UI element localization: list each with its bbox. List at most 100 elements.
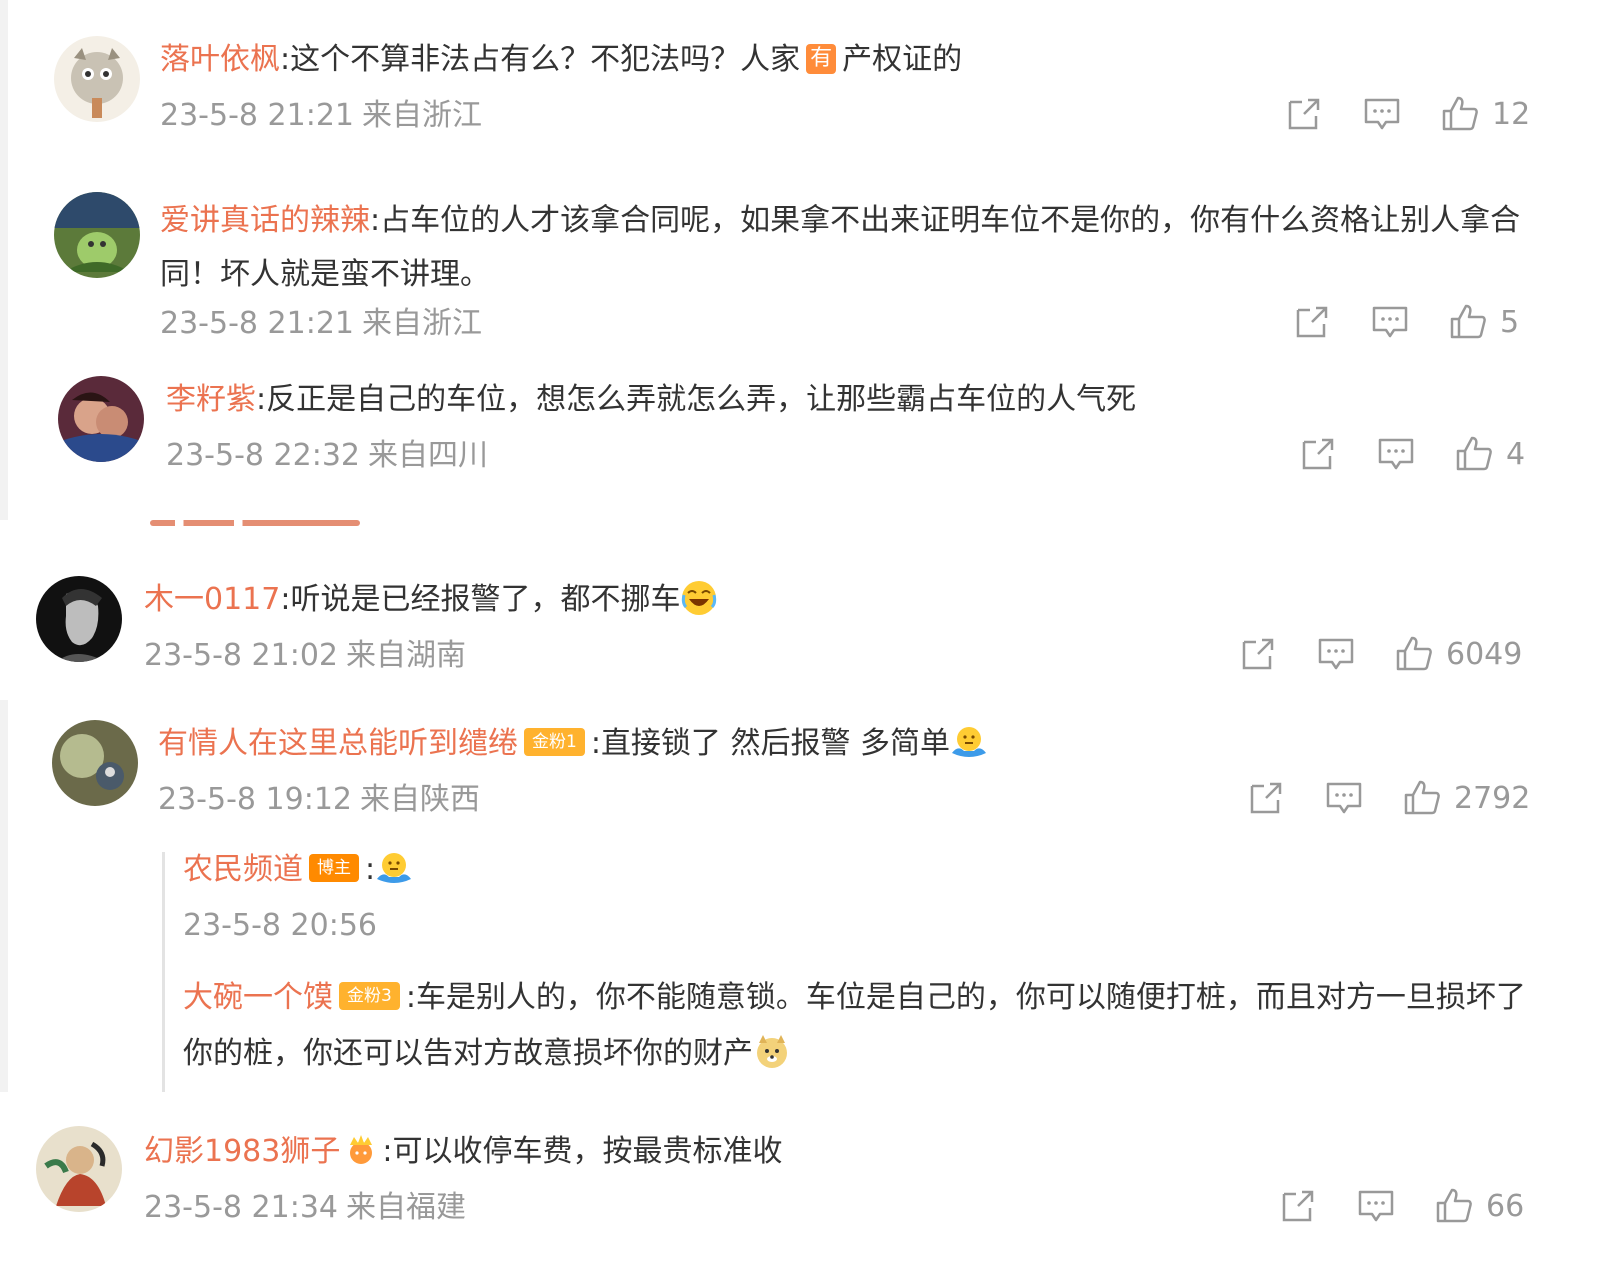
avatar[interactable]: [36, 576, 122, 662]
timestamp: 23-5-8 21:34: [144, 1190, 338, 1225]
comment-meta: 23-5-8 21:21 来自浙江: [160, 96, 482, 136]
avatar[interactable]: [54, 36, 140, 122]
timestamp: 23-5-8 21:21: [160, 306, 354, 341]
like-button[interactable]: 6049: [1394, 634, 1522, 674]
cropped-text-fragment: [150, 512, 360, 526]
username-link[interactable]: 幻影1983狮子: [144, 1134, 340, 1169]
comment-meta: 23-5-8 21:34 来自福建: [144, 1188, 466, 1228]
comment-item: 李籽紫:反正是自己的车位，想怎么弄就怎么弄，让那些霸占车位的人气死 23-5-8…: [0, 360, 1600, 510]
location: 来自浙江: [362, 98, 482, 133]
fan-badge[interactable]: 金粉3: [339, 981, 400, 1010]
comment-icon: [1370, 302, 1410, 342]
comment-icon: [1324, 778, 1364, 818]
timestamp: 23-5-8 19:12: [158, 782, 352, 817]
comment-meta: 23-5-8 19:12 来自陕西: [158, 780, 480, 820]
like-count: 5: [1500, 304, 1520, 340]
blogger-badge: 博主: [309, 853, 359, 882]
share-button[interactable]: [1278, 1186, 1318, 1226]
like-icon: [1454, 434, 1494, 474]
crown-icon: [344, 1133, 378, 1167]
comment-content: 木一0117:听说是已经报警了，都不挪车: [144, 580, 718, 620]
username-link[interactable]: 李籽紫: [166, 382, 256, 417]
like-count: 4: [1506, 436, 1526, 472]
action-bar: 4: [1298, 434, 1525, 474]
comment-text: 直接锁了 然后报警 多简单: [600, 726, 951, 761]
comment-content: 落叶依枫:这个不算非法占有么？不犯法吗？人家有产权证的: [160, 42, 963, 77]
reply-content: 大碗一个馍 金粉3:车是别人的，你不能随意锁。车位是自己的，你可以随便打桩，而且对…: [183, 980, 1526, 1071]
comment-text: 反正是自己的车位，想怎么弄就怎么弄，让那些霸占车位的人气死: [266, 382, 1137, 417]
timestamp: 23-5-8 21:02: [144, 638, 338, 673]
comment-text: 产权证的: [842, 42, 963, 77]
timestamp: 23-5-8 20:56: [183, 908, 377, 943]
share-icon: [1298, 434, 1338, 474]
comment-text: 这个不算非法占有么？不犯法吗？人家: [290, 42, 801, 77]
comment-button[interactable]: [1370, 302, 1410, 342]
avatar[interactable]: [36, 1126, 122, 1212]
share-icon: [1238, 634, 1278, 674]
shrug-emoji: [375, 849, 413, 887]
action-bar: 66: [1278, 1186, 1524, 1226]
like-icon: [1434, 1186, 1474, 1226]
share-button[interactable]: [1246, 778, 1286, 818]
comment-icon: [1362, 94, 1402, 134]
comment-icon: [1316, 634, 1356, 674]
like-icon: [1440, 94, 1480, 134]
like-count: 2792: [1454, 780, 1531, 816]
comment-button[interactable]: [1316, 634, 1356, 674]
share-icon: [1246, 778, 1286, 818]
comment-content: 李籽紫:反正是自己的车位，想怎么弄就怎么弄，让那些霸占车位的人气死: [166, 382, 1137, 417]
like-count: 66: [1486, 1188, 1525, 1224]
location: 来自湖南: [346, 638, 466, 673]
comment-item: 幻影1983狮子:可以收停车费，按最贵标准收 23-5-8 21:34 来自福建 …: [0, 1110, 1600, 1250]
comment-button[interactable]: [1356, 1186, 1396, 1226]
share-button[interactable]: [1238, 634, 1278, 674]
comment-text: 听说是已经报警了，都不挪车: [290, 582, 681, 617]
like-button[interactable]: 2792: [1402, 778, 1530, 818]
avatar[interactable]: [52, 720, 138, 806]
reply-thread: 农民频道 博主: 23-5-8 20:56 大碗一个馍 金粉3:车是别人的，你不能随…: [162, 852, 1562, 1092]
like-icon: [1448, 302, 1488, 342]
comment-content: 爱讲真话的辣辣:占车位的人才该拿合同呢，如果拿不出来证明车位不是你的，你有什么资…: [160, 203, 1521, 292]
like-button[interactable]: 5: [1448, 302, 1519, 342]
fan-badge[interactable]: 金粉1: [524, 727, 585, 756]
shrug-emoji: [950, 723, 988, 761]
username-link[interactable]: 有情人在这里总能听到缱绻: [158, 726, 518, 761]
reply-content: 农民频道 博主:: [183, 850, 413, 890]
location: 来自四川: [368, 438, 488, 473]
username-link[interactable]: 农民频道: [183, 852, 303, 887]
share-icon: [1292, 302, 1332, 342]
share-icon: [1278, 1186, 1318, 1226]
comment-button[interactable]: [1324, 778, 1364, 818]
username-link[interactable]: 爱讲真话的辣辣: [160, 203, 370, 238]
comment-icon: [1376, 434, 1416, 474]
action-bar: 12: [1284, 94, 1530, 134]
comment-content: 幻影1983狮子:可以收停车费，按最贵标准收: [144, 1133, 783, 1169]
like-button[interactable]: 12: [1440, 94, 1530, 134]
like-icon: [1394, 634, 1434, 674]
comment-meta: 23-5-8 22:32 来自四川: [166, 436, 488, 476]
action-bar: 6049: [1238, 634, 1522, 674]
comment-item: 木一0117:听说是已经报警了，都不挪车 23-5-8 21:02 来自湖南 60…: [0, 560, 1600, 690]
share-button[interactable]: [1284, 94, 1324, 134]
username-link[interactable]: 大碗一个馍: [183, 980, 333, 1015]
like-button[interactable]: 4: [1454, 434, 1525, 474]
comment-text: 可以收停车费，按最贵标准收: [392, 1134, 783, 1169]
avatar[interactable]: [54, 192, 140, 278]
location: 来自浙江: [362, 306, 482, 341]
like-button[interactable]: 66: [1434, 1186, 1524, 1226]
comment-button[interactable]: [1376, 434, 1416, 474]
share-button[interactable]: [1292, 302, 1332, 342]
location: 来自陕西: [360, 782, 480, 817]
username-link[interactable]: 落叶依枫: [160, 42, 280, 77]
comment-button[interactable]: [1362, 94, 1402, 134]
share-button[interactable]: [1298, 434, 1338, 474]
comment-item: 有情人在这里总能听到缱绻 金粉1:直接锁了 然后报警 多简单 23-5-8 19:…: [0, 704, 1600, 834]
ownership-badge: 有: [806, 43, 837, 74]
reply-meta: 23-5-8 20:56: [183, 906, 377, 946]
like-count: 12: [1492, 96, 1531, 132]
comment-item: 落叶依枫:这个不算非法占有么？不犯法吗？人家有产权证的 23-5-8 21:21…: [0, 0, 1600, 160]
username-link[interactable]: 木一0117: [144, 582, 280, 617]
timestamp: 23-5-8 21:21: [160, 98, 354, 133]
comment-icon: [1356, 1186, 1396, 1226]
avatar[interactable]: [58, 376, 144, 462]
